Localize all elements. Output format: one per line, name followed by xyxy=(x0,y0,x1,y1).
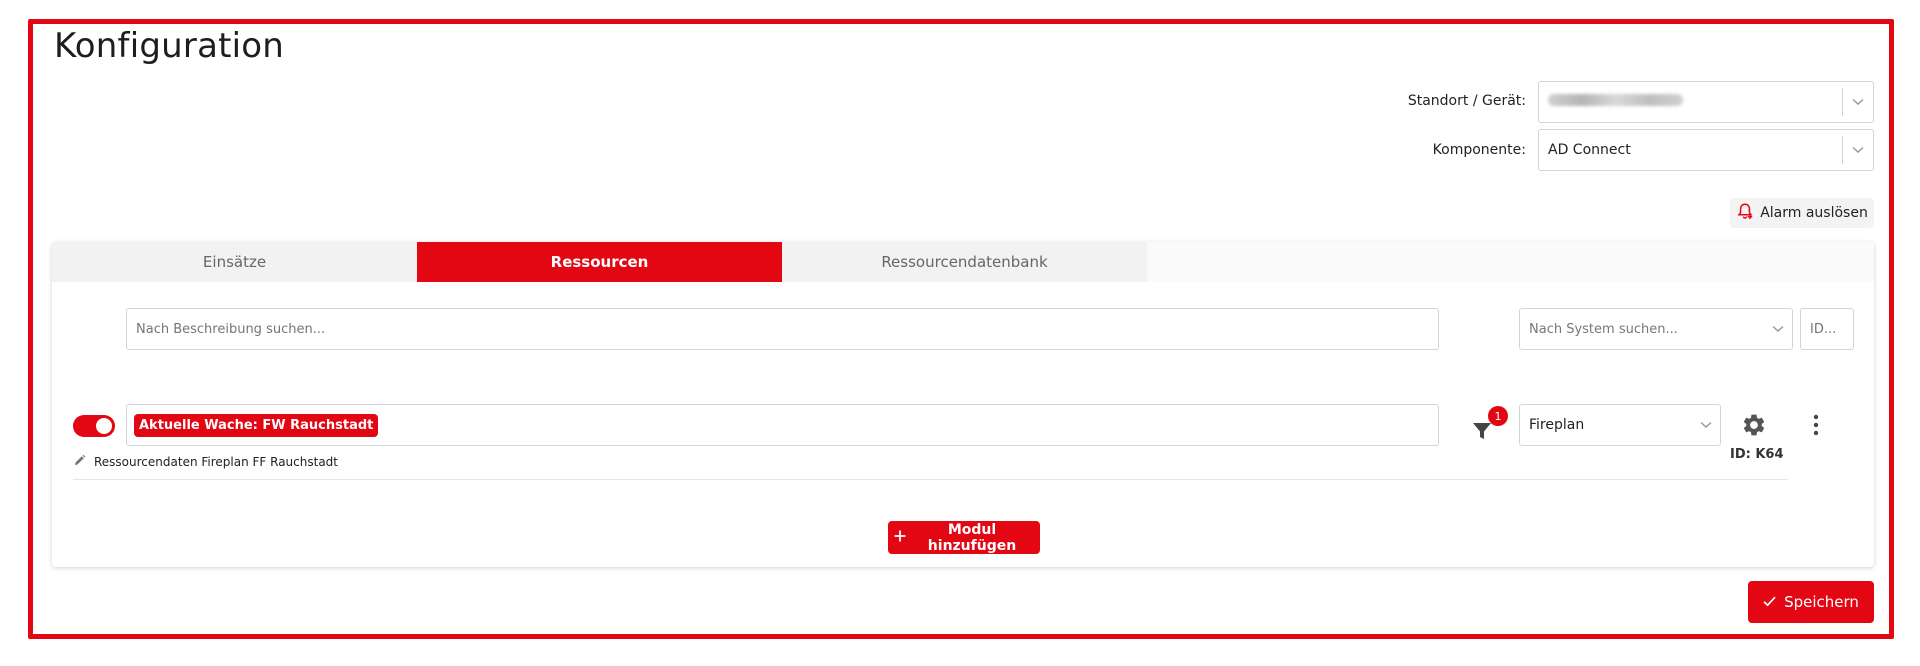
tab-bar-filler xyxy=(1147,242,1874,282)
component-select-value: AD Connect xyxy=(1548,142,1631,158)
tab-einsaetze[interactable]: Einsätze xyxy=(52,242,417,282)
module-system-value: Fireplan xyxy=(1529,417,1585,433)
chevron-down-icon xyxy=(1843,146,1873,154)
location-label: Standort / Gerät: xyxy=(1407,93,1526,109)
filter-count-badge: 1 xyxy=(1488,406,1508,426)
save-button[interactable]: Speichern xyxy=(1748,581,1874,623)
module-description-row: Ressourcendaten Fireplan FF Rauchstadt xyxy=(73,454,338,470)
check-icon xyxy=(1763,593,1776,611)
tab-ressourcen[interactable]: Ressourcen xyxy=(417,242,782,282)
gear-icon[interactable] xyxy=(1741,412,1767,442)
chevron-down-icon xyxy=(1843,98,1873,106)
module-id: ID: K64 xyxy=(1730,447,1784,462)
alarm-button-label: Alarm auslösen xyxy=(1760,205,1868,221)
chevron-down-icon xyxy=(1764,325,1792,333)
system-search-placeholder: Nach System suchen... xyxy=(1529,321,1678,337)
filter-icon xyxy=(1472,421,1492,445)
plus-icon xyxy=(894,530,906,546)
component-label: Komponente: xyxy=(1432,142,1526,158)
tab-bar: Einsätze Ressourcen Ressourcendatenbank xyxy=(52,242,1874,282)
module-tag-field[interactable]: Aktuelle Wache: FW Rauchstadt xyxy=(126,404,1439,446)
pencil-icon[interactable] xyxy=(73,454,86,470)
chevron-down-icon xyxy=(1692,421,1720,429)
location-select[interactable] xyxy=(1538,81,1874,123)
module-enabled-toggle[interactable] xyxy=(73,415,115,437)
save-button-label: Speichern xyxy=(1784,593,1859,611)
description-search-input[interactable] xyxy=(126,308,1439,350)
filter-button[interactable]: 1 xyxy=(1470,406,1510,445)
add-module-label: Modul hinzufügen xyxy=(927,521,1017,554)
page-title: Konfiguration xyxy=(54,26,285,66)
tab-ressourcendatenbank[interactable]: Ressourcendatenbank xyxy=(782,242,1147,282)
blurred-value xyxy=(1548,94,1683,106)
module-system-select[interactable]: Fireplan xyxy=(1519,404,1721,446)
main-card: Einsätze Ressourcen Ressourcendatenbank … xyxy=(52,242,1874,567)
station-tag-chip[interactable]: Aktuelle Wache: FW Rauchstadt xyxy=(134,413,379,437)
location-select-value xyxy=(1539,94,1842,110)
row-divider xyxy=(73,479,1788,480)
bell-plus-icon xyxy=(1736,202,1754,224)
add-module-button[interactable]: Modul hinzufügen xyxy=(888,521,1040,554)
alarm-button[interactable]: Alarm auslösen xyxy=(1730,198,1874,228)
module-description: Ressourcendaten Fireplan FF Rauchstadt xyxy=(94,455,338,469)
system-search-select[interactable]: Nach System suchen... xyxy=(1519,308,1793,350)
id-search-input[interactable] xyxy=(1800,308,1854,350)
component-select[interactable]: AD Connect xyxy=(1538,129,1874,171)
more-vertical-icon[interactable] xyxy=(1812,414,1820,440)
